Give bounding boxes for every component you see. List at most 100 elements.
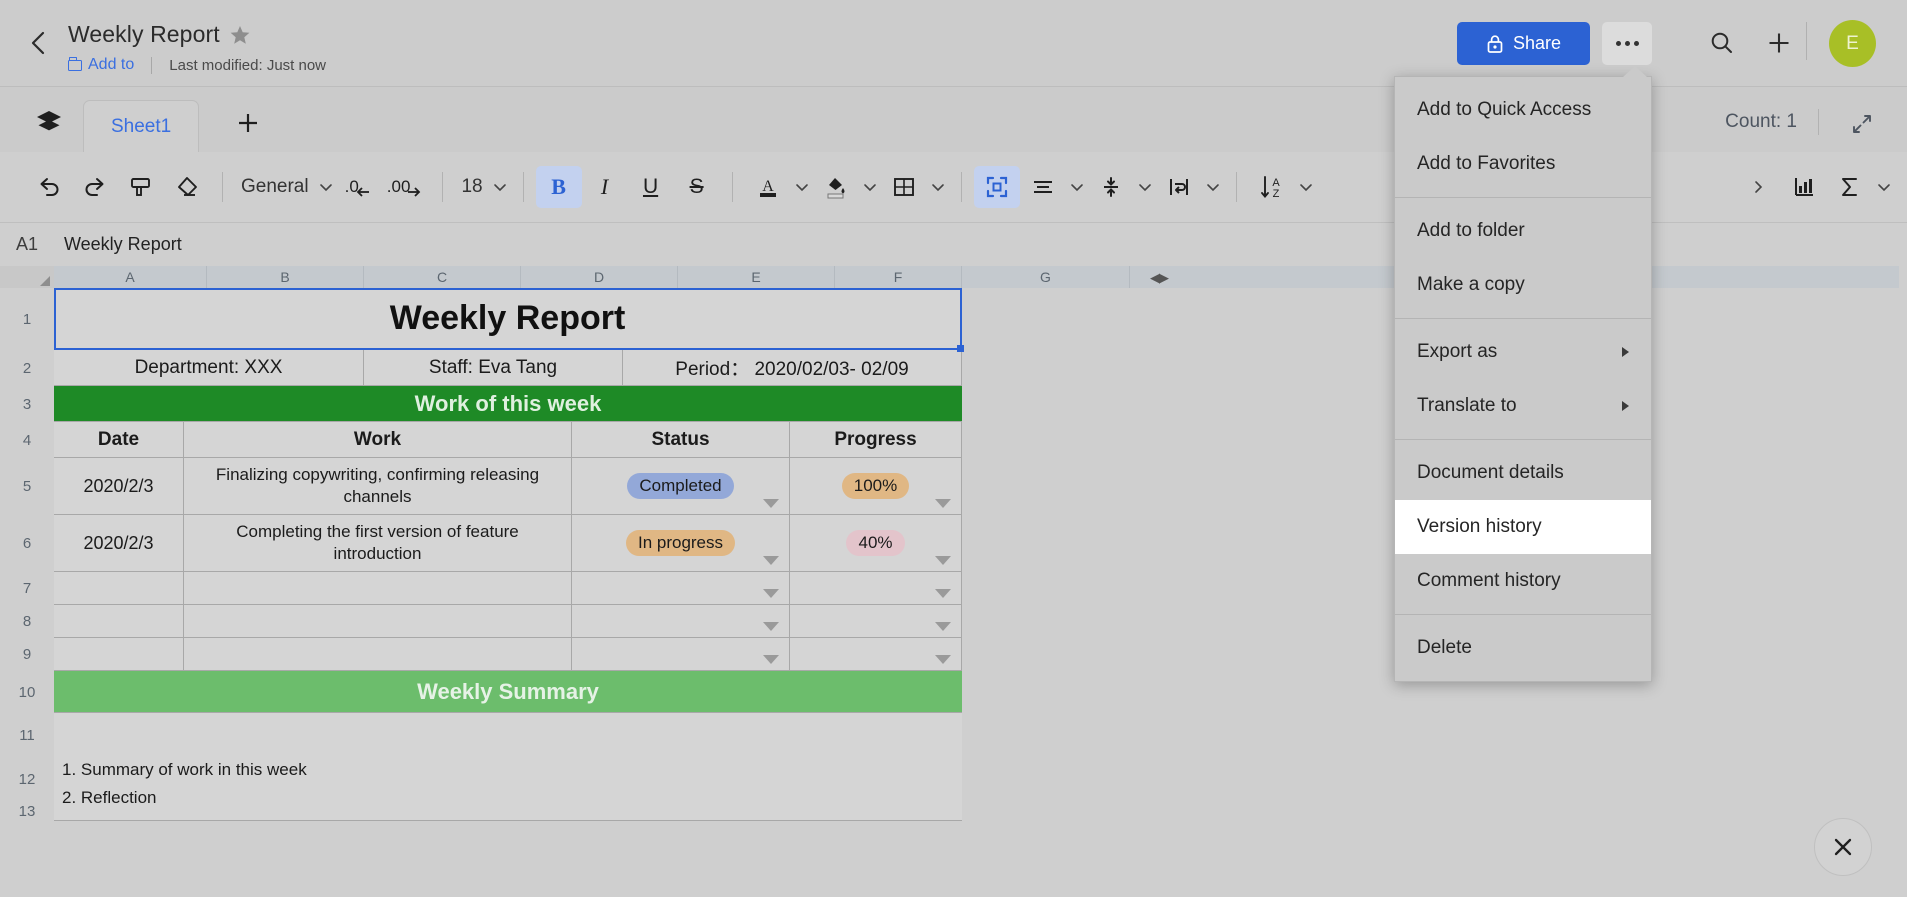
row-header-11[interactable]: 11 (0, 713, 54, 757)
bold-button[interactable]: B (536, 166, 582, 208)
menu-item-delete[interactable]: Delete (1395, 621, 1651, 675)
redo-icon[interactable] (72, 166, 118, 208)
format-painter-icon[interactable] (118, 166, 164, 208)
column-header-c[interactable]: C (364, 266, 521, 288)
chevron-down-icon[interactable] (763, 499, 779, 508)
cell-department[interactable]: Department: XXX (54, 350, 364, 386)
align-icon[interactable] (1020, 166, 1066, 208)
add-to-button[interactable]: Add to (68, 56, 134, 74)
cell-progress[interactable]: 40% (790, 515, 962, 572)
more-options-button[interactable] (1602, 22, 1652, 65)
menu-item-comment-history[interactable]: Comment history (1395, 554, 1651, 608)
cell-staff[interactable]: Staff: Eva Tang (364, 350, 623, 386)
menu-item-add-to-quick-access[interactable]: Add to Quick Access (1395, 83, 1651, 137)
row-header-13[interactable]: 13 (0, 801, 54, 821)
column-header-b[interactable]: B (207, 266, 364, 288)
cell-status[interactable]: Completed (572, 458, 790, 515)
row-header-1[interactable]: 1 (0, 288, 54, 350)
font-size-select[interactable]: 18 (455, 176, 488, 198)
close-button[interactable] (1814, 818, 1872, 876)
toolbar-overflow-chevron-icon[interactable] (1747, 180, 1769, 194)
chevron-down-icon[interactable] (927, 182, 949, 192)
back-icon[interactable] (24, 28, 54, 58)
menu-item-make-a-copy[interactable]: Make a copy (1395, 258, 1651, 312)
chevron-down-icon[interactable] (791, 182, 813, 192)
fill-color-icon[interactable] (813, 166, 859, 208)
increase-decimal-button[interactable]: .00 (379, 166, 431, 208)
borders-icon[interactable] (881, 166, 927, 208)
decrease-decimal-button[interactable]: .0 (337, 166, 379, 208)
chevron-down-icon[interactable] (763, 556, 779, 565)
chevron-down-icon[interactable] (935, 589, 951, 598)
chevron-down-icon[interactable] (763, 655, 779, 664)
cell-date[interactable]: 2020/2/3 (54, 515, 184, 572)
row-header-3[interactable]: 3 (0, 386, 54, 422)
undo-icon[interactable] (26, 166, 72, 208)
italic-button[interactable]: I (582, 166, 628, 208)
cell-progress[interactable] (790, 638, 962, 671)
menu-item-version-history[interactable]: Version history (1395, 500, 1651, 554)
cell-work[interactable] (184, 605, 572, 638)
vertical-align-icon[interactable] (1088, 166, 1134, 208)
col-header-status[interactable]: Status (572, 422, 790, 458)
cell-status[interactable] (572, 605, 790, 638)
cell-progress[interactable] (790, 605, 962, 638)
layers-icon[interactable] (26, 103, 72, 139)
avatar[interactable]: E (1829, 20, 1876, 67)
cell-date[interactable] (54, 638, 184, 671)
underline-button[interactable]: U (628, 166, 674, 208)
font-color-icon[interactable]: A (745, 166, 791, 208)
cell-status[interactable] (572, 572, 790, 605)
chevron-down-icon[interactable] (763, 622, 779, 631)
cell-work[interactable] (184, 638, 572, 671)
row-header-4[interactable]: 4 (0, 422, 54, 458)
chevron-down-icon[interactable] (935, 556, 951, 565)
column-header-f[interactable]: F (835, 266, 962, 288)
chevron-down-icon[interactable] (489, 182, 511, 192)
row-header-2[interactable]: 2 (0, 350, 54, 386)
row-header-7[interactable]: 7 (0, 572, 54, 605)
chevron-down-icon[interactable] (859, 182, 881, 192)
col-header-progress[interactable]: Progress (790, 422, 962, 458)
select-all-corner[interactable] (0, 266, 54, 288)
cell-status[interactable] (572, 638, 790, 671)
chevron-down-icon[interactable] (1134, 182, 1156, 192)
menu-item-add-to-favorites[interactable]: Add to Favorites (1395, 137, 1651, 191)
clear-format-icon[interactable] (164, 166, 210, 208)
cell-work[interactable]: Completing the first version of feature … (184, 515, 572, 572)
chevron-down-icon[interactable] (935, 499, 951, 508)
chevron-down-icon[interactable] (935, 622, 951, 631)
share-button[interactable]: Share (1457, 22, 1590, 65)
menu-item-add-to-folder[interactable]: Add to folder (1395, 204, 1651, 258)
sum-icon[interactable] (1827, 166, 1873, 208)
row-header-9[interactable]: 9 (0, 638, 54, 671)
number-format-select[interactable]: General (235, 176, 315, 198)
name-box[interactable]: A1 (0, 234, 54, 255)
cell-a1-title[interactable]: Weekly Report (54, 288, 962, 350)
row-header-6[interactable]: 6 (0, 515, 54, 572)
col-header-date[interactable]: Date (54, 422, 184, 458)
chevron-down-icon[interactable] (763, 589, 779, 598)
strikethrough-button[interactable]: S (674, 166, 720, 208)
search-icon[interactable] (1705, 26, 1739, 60)
cell-progress[interactable] (790, 572, 962, 605)
cell-blank[interactable] (962, 713, 1907, 821)
chevron-down-icon[interactable] (315, 182, 337, 192)
menu-item-export-as[interactable]: Export as (1395, 325, 1651, 379)
chevron-down-icon[interactable] (935, 655, 951, 664)
menu-item-translate-to[interactable]: Translate to (1395, 379, 1651, 433)
cell-progress[interactable]: 100% (790, 458, 962, 515)
chevron-down-icon[interactable] (1295, 182, 1317, 192)
sheet-tab-sheet1[interactable]: Sheet1 (83, 100, 199, 153)
menu-item-document-details[interactable]: Document details (1395, 446, 1651, 500)
cell-date[interactable]: 2020/2/3 (54, 458, 184, 515)
wrap-text-icon[interactable] (1156, 166, 1202, 208)
section-header-summary[interactable]: Weekly Summary (54, 671, 962, 713)
cell-status[interactable]: In progress (572, 515, 790, 572)
cell-date[interactable] (54, 605, 184, 638)
cell-summary-text[interactable]: 1. Summary of work in this week 2. Refle… (54, 713, 962, 821)
star-icon[interactable] (229, 24, 251, 46)
cell-period[interactable]: Period： 2020/02/03- 02/09 (623, 350, 962, 386)
sort-az-icon[interactable]: AZ (1249, 166, 1295, 208)
row-header-12[interactable]: 12 (0, 757, 54, 801)
